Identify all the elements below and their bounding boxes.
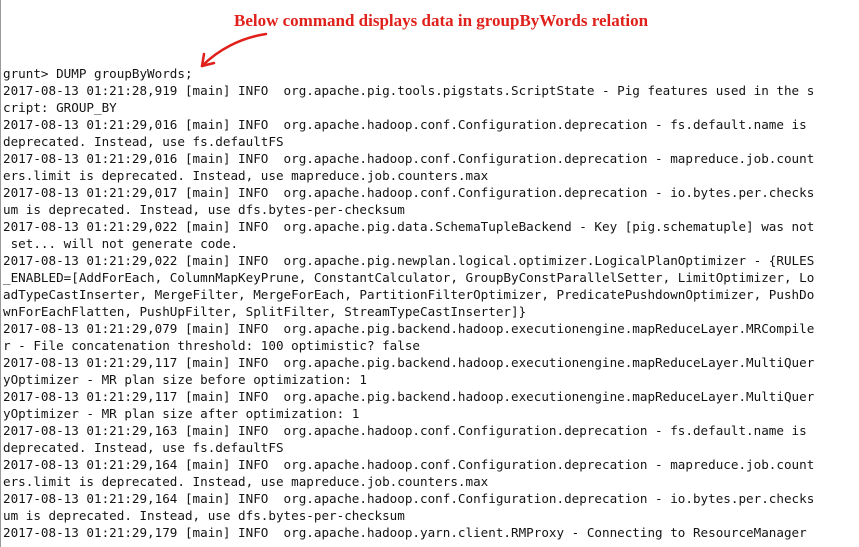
console-line: 2017-08-13 01:21:29,022 [main] INFO org.… [3,219,815,234]
console-line: 2017-08-13 01:21:29,017 [main] INFO org.… [3,185,815,200]
console-line: um is deprecated. Instead, use dfs.bytes… [3,202,405,217]
console-line: r - File concatenation threshold: 100 op… [3,338,421,353]
console-line: set... will not generate code. [3,236,239,251]
console-line: _ENABLED=[AddForEach, ColumnMapKeyPrune,… [3,270,815,285]
console-line: 2017-08-13 01:21:29,179 [main] INFO org.… [3,525,807,540]
annotation-caption: Below command displays data in groupByWo… [234,11,649,30]
console-line: yOptimizer - MR plan size before optimiz… [3,372,367,387]
console-line: cript: GROUP_BY [3,100,117,115]
terminal-window[interactable]: Below command displays data in groupByWo… [0,0,859,547]
console-line: um is deprecated. Instead, use dfs.bytes… [3,508,405,523]
console-line: deprecated. Instead, use fs.defaultFS [3,134,284,149]
window-border [0,0,1,547]
console-line: 2017-08-13 01:21:29,016 [main] INFO org.… [3,117,807,132]
console-line: 2017-08-13 01:21:29,022 [main] INFO org.… [3,253,815,268]
console-line: 2017-08-13 01:21:29,117 [main] INFO org.… [3,389,815,404]
console-line: 2017-08-13 01:21:29,079 [main] INFO org.… [3,321,815,336]
console-line: 2017-08-13 01:21:29,164 [main] INFO org.… [3,457,815,472]
console-line: adTypeCastInserter, MergeFilter, MergeFo… [3,287,815,302]
console-output: grunt> DUMP groupByWords; 2017-08-13 01:2… [3,65,814,541]
console-line: 2017-08-13 01:21:29,016 [main] INFO org.… [3,151,815,166]
console-line: 2017-08-13 01:21:29,117 [main] INFO org.… [3,355,815,370]
console-line: yOptimizer - MR plan size after optimiza… [3,406,360,421]
console-line: 2017-08-13 01:21:29,164 [main] INFO org.… [3,491,815,506]
command-prompt-line: grunt> DUMP groupByWords; [3,66,193,81]
console-line: ers.limit is deprecated. Instead, use ma… [3,168,489,183]
console-line: deprecated. Instead, use fs.defaultFS [3,440,284,455]
console-line: 2017-08-13 01:21:28,919 [main] INFO org.… [3,83,815,98]
console-line: wnForEachFlatten, PushUpFilter, SplitFil… [3,304,527,319]
console-line: ers.limit is deprecated. Instead, use ma… [3,474,489,489]
console-line: 2017-08-13 01:21:29,163 [main] INFO org.… [3,423,807,438]
